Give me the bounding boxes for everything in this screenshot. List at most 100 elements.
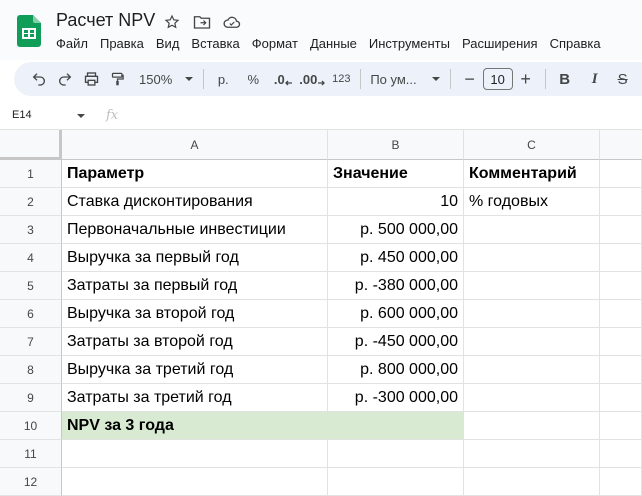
cell-d[interactable] [600,160,642,188]
cell-c[interactable] [464,216,600,244]
zoom-select[interactable]: 150% [136,66,197,92]
cell-c[interactable] [464,272,600,300]
cell-b[interactable]: 10 [328,188,464,216]
cell-c[interactable] [464,328,600,356]
paint-format-button[interactable] [104,66,130,92]
cell-b[interactable]: р. -380 000,00 [328,272,464,300]
cell-b[interactable]: р. 600 000,00 [328,300,464,328]
cell-d[interactable] [600,328,642,356]
cell-d[interactable] [600,356,642,384]
column-header-c[interactable]: C [464,130,600,160]
decrease-decimal-button[interactable]: .0 [270,66,296,92]
bold-button[interactable]: B [552,66,578,92]
cell-a[interactable]: Ставка дисконтирования [62,188,328,216]
column-header-d[interactable] [600,130,642,160]
cell-a[interactable]: Параметр [62,160,328,188]
menu-tools[interactable]: Инструменты [363,34,456,53]
row-header[interactable]: 8 [0,356,62,384]
cell-a[interactable]: Затраты за второй год [62,328,328,356]
fx-icon: fx [106,108,119,123]
number-format-button[interactable]: 123 [328,66,354,92]
cell-d[interactable] [600,188,642,216]
font-size-input[interactable]: 10 [482,68,513,90]
row-header[interactable]: 3 [0,216,62,244]
cell-c[interactable]: Комментарий [464,160,600,188]
cell-c[interactable] [464,356,600,384]
arrow-left-icon [284,80,292,86]
cell-d[interactable] [600,272,642,300]
cell-a[interactable]: Выручка за второй год [62,300,328,328]
menu-help[interactable]: Справка [544,34,607,53]
cell-b[interactable]: р. -450 000,00 [328,328,464,356]
cell-a[interactable]: NPV за 3 года [62,412,328,440]
cell-d[interactable] [600,412,642,440]
row-header[interactable]: 5 [0,272,62,300]
menu-view[interactable]: Вид [150,34,186,53]
formula-bar: E14 fx [0,104,642,130]
cell-a[interactable]: Выручка за третий год [62,356,328,384]
cell-d[interactable] [600,440,642,468]
cell-c[interactable]: % годовых [464,188,600,216]
menu-extensions[interactable]: Расширения [456,34,544,53]
cloud-status-icon[interactable] [222,12,242,32]
cell-c[interactable] [464,440,600,468]
row-header[interactable]: 4 [0,244,62,272]
strikethrough-button[interactable]: S [610,66,636,92]
menu-insert[interactable]: Вставка [185,34,245,53]
row-header[interactable]: 11 [0,440,62,468]
cell-a[interactable]: Затраты за третий год [62,384,328,412]
sheets-logo-icon[interactable] [17,15,41,47]
chevron-down-icon[interactable] [76,111,86,121]
cell-d[interactable] [600,244,642,272]
cell-d[interactable] [600,216,642,244]
row-header[interactable]: 1 [0,160,62,188]
percent-format-button[interactable]: % [240,66,266,92]
cell-c[interactable] [464,300,600,328]
star-icon[interactable] [162,12,182,32]
cell-b[interactable]: р. 500 000,00 [328,216,464,244]
italic-button[interactable]: I [582,66,608,92]
print-button[interactable] [78,66,104,92]
cell-c[interactable] [464,384,600,412]
move-folder-icon[interactable] [192,12,212,32]
currency-format-button[interactable]: р. [210,66,236,92]
cell-c[interactable] [464,412,600,440]
increase-decimal-button[interactable]: .00 [296,66,328,92]
cell-b[interactable]: р. 800 000,00 [328,356,464,384]
document-title[interactable]: Расчет NPV [56,10,155,31]
font-select[interactable]: По ум... [367,66,443,92]
row-header[interactable]: 9 [0,384,62,412]
row-header[interactable]: 2 [0,188,62,216]
cell-d[interactable] [600,300,642,328]
name-box[interactable]: E14 [12,109,32,121]
cell-a[interactable]: Затраты за первый год [62,272,328,300]
toolbar-divider [449,69,451,89]
increase-decimal-label: .00 [299,71,318,87]
cell-b[interactable]: р. -300 000,00 [328,384,464,412]
cell-a[interactable] [62,440,328,468]
decrease-font-size-button[interactable]: − [457,66,483,92]
cell-b[interactable]: р. 450 000,00 [328,244,464,272]
menu-file[interactable]: Файл [50,34,94,53]
row-header[interactable]: 10 [0,412,62,440]
cell-a[interactable]: Первоначальные инвестиции [62,216,328,244]
cell-b[interactable] [328,412,464,440]
cell-d[interactable] [600,384,642,412]
cell-c[interactable] [464,244,600,272]
number-format-label: 123 [332,73,351,85]
menu-format[interactable]: Формат [246,34,304,53]
menu-data[interactable]: Данные [304,34,363,53]
cell-a[interactable]: Выручка за первый год [62,244,328,272]
redo-button[interactable] [52,66,78,92]
column-header-b[interactable]: B [328,130,464,160]
increase-font-size-button[interactable]: + [513,66,539,92]
column-header-a[interactable]: A [62,130,328,160]
row-header[interactable]: 7 [0,328,62,356]
print-icon [84,72,98,86]
undo-button[interactable] [26,66,52,92]
menu-edit[interactable]: Правка [94,34,150,53]
cell-b[interactable] [328,440,464,468]
row-header[interactable]: 6 [0,300,62,328]
cell-b[interactable]: Значение [328,160,464,188]
select-all-corner[interactable] [0,130,62,160]
